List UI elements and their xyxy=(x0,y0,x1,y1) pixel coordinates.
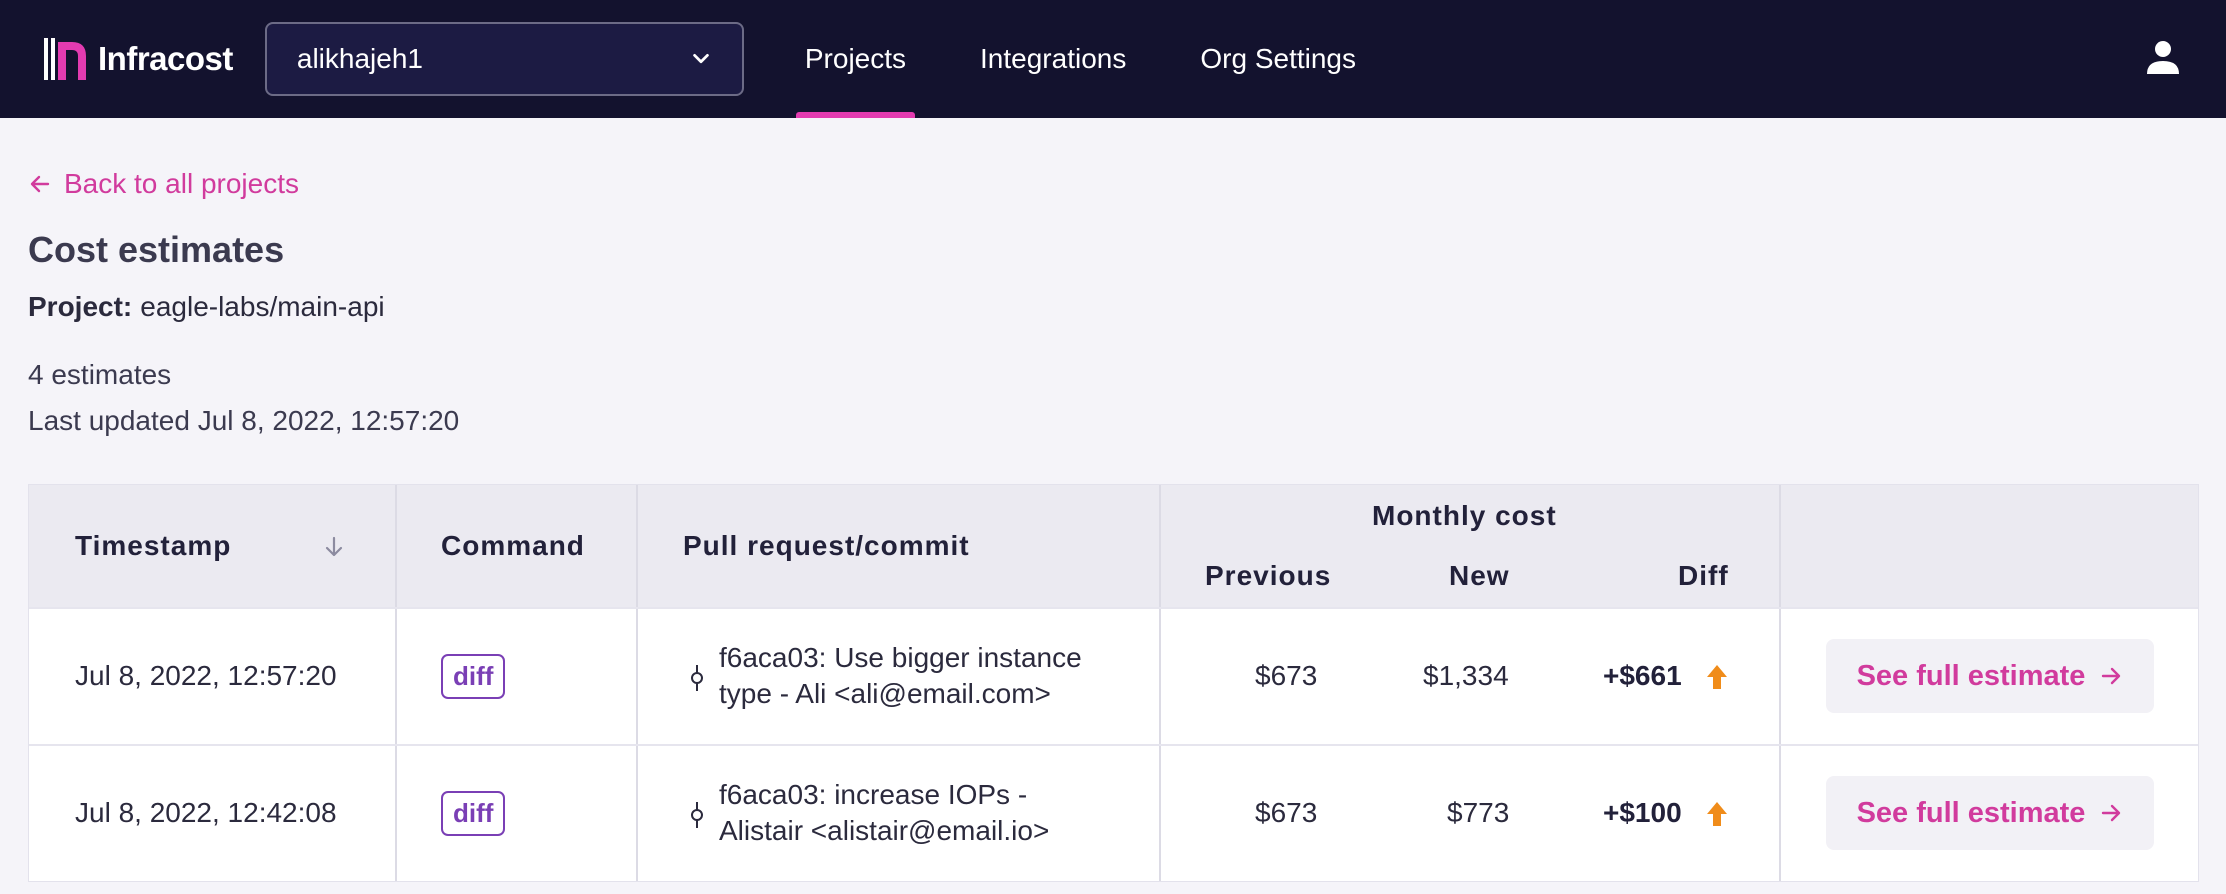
header-timestamp[interactable]: Timestamp xyxy=(75,530,231,562)
project-label: Project: xyxy=(28,291,133,322)
see-full-estimate-button[interactable]: See full estimate xyxy=(1826,639,2154,713)
back-to-projects-link[interactable]: Back to all projects xyxy=(28,168,299,200)
new-cost: $1,334 xyxy=(1423,660,1509,691)
commit-message[interactable]: f6aca03: Use bigger instance type - Ali <… xyxy=(719,640,1139,712)
header-command: Command xyxy=(441,530,585,561)
diff-cost: +$100 xyxy=(1603,797,1682,828)
org-dropdown[interactable]: alikhajeh1 xyxy=(264,22,744,96)
nav-projects[interactable]: Projects xyxy=(795,0,916,118)
commit-icon xyxy=(691,665,703,691)
table-row: Jul 8, 2022, 12:42:08 diff f6aca03: incr… xyxy=(29,744,2198,881)
row-timestamp: Jul 8, 2022, 12:42:08 xyxy=(75,797,337,828)
arrow-up-icon xyxy=(1707,802,1727,826)
main-nav: Projects Integrations Org Settings xyxy=(795,0,1421,118)
infracost-logo-icon xyxy=(44,38,86,80)
project-name: eagle-labs/main-api xyxy=(140,291,385,322)
user-avatar-icon[interactable] xyxy=(2144,38,2182,76)
org-dropdown-value: alikhajeh1 xyxy=(296,43,423,74)
page-title: Cost estimates xyxy=(28,229,285,270)
nav-integrations[interactable]: Integrations xyxy=(971,0,1135,118)
arrow-up-icon xyxy=(1707,665,1727,689)
estimate-count: 4 estimates xyxy=(28,359,172,390)
new-cost: $773 xyxy=(1447,797,1510,828)
header-monthly-cost: Monthly cost xyxy=(1372,500,1557,531)
header-diff: Diff xyxy=(1678,560,1729,591)
see-full-estimate-button[interactable]: See full estimate xyxy=(1826,776,2154,850)
commit-line-1: f6aca03: Use bigger instance xyxy=(719,642,1082,673)
header-new: New xyxy=(1449,560,1510,591)
back-link-label: Back to all projects xyxy=(64,168,299,199)
command-badge: diff xyxy=(441,791,506,836)
main-content: Back to all projects Cost estimates Proj… xyxy=(0,118,2226,437)
app-name: Infracost xyxy=(98,40,233,77)
table-row: Jul 8, 2022, 12:57:20 diff f6aca03: Use … xyxy=(29,607,2198,744)
sort-arrow-down-icon[interactable] xyxy=(323,535,345,559)
arrow-right-icon xyxy=(2102,667,2121,685)
nav-org-settings[interactable]: Org Settings xyxy=(1191,0,1365,118)
commit-message[interactable]: f6aca03: increase IOPs - Alistair <alista… xyxy=(719,777,1139,849)
header-previous: Previous xyxy=(1205,560,1332,591)
chevron-down-icon xyxy=(693,53,709,64)
estimates-table: Timestamp Command Pull request/commit Mo… xyxy=(28,484,2199,882)
commit-line-2: type - Ali <ali@email.com> xyxy=(719,678,1051,709)
command-badge: diff xyxy=(441,654,506,699)
arrow-right-icon xyxy=(2102,804,2121,822)
previous-cost: $673 xyxy=(1255,660,1318,691)
header-pull-request: Pull request/commit xyxy=(683,530,970,561)
commit-line-1: f6aca03: increase IOPs - xyxy=(719,779,1028,810)
commit-icon xyxy=(691,802,703,828)
last-updated: Last updated Jul 8, 2022, 12:57:20 xyxy=(28,405,460,436)
see-full-estimate-label: See full estimate xyxy=(1856,796,2086,829)
top-navigation-bar: Infracost alikhajeh1 Projects Integratio… xyxy=(0,0,2226,118)
app-logo[interactable]: Infracost xyxy=(42,36,233,82)
table-header: Timestamp Command Pull request/commit Mo… xyxy=(29,485,2198,607)
project-info: Project: eagle-labs/main-api xyxy=(28,291,2198,323)
commit-line-2: Alistair <alistair@email.io> xyxy=(719,815,1050,846)
see-full-estimate-label: See full estimate xyxy=(1856,659,2086,692)
diff-cost: +$661 xyxy=(1603,660,1682,691)
arrow-left-icon xyxy=(30,175,50,193)
previous-cost: $673 xyxy=(1255,797,1318,828)
row-timestamp: Jul 8, 2022, 12:57:20 xyxy=(75,660,337,691)
